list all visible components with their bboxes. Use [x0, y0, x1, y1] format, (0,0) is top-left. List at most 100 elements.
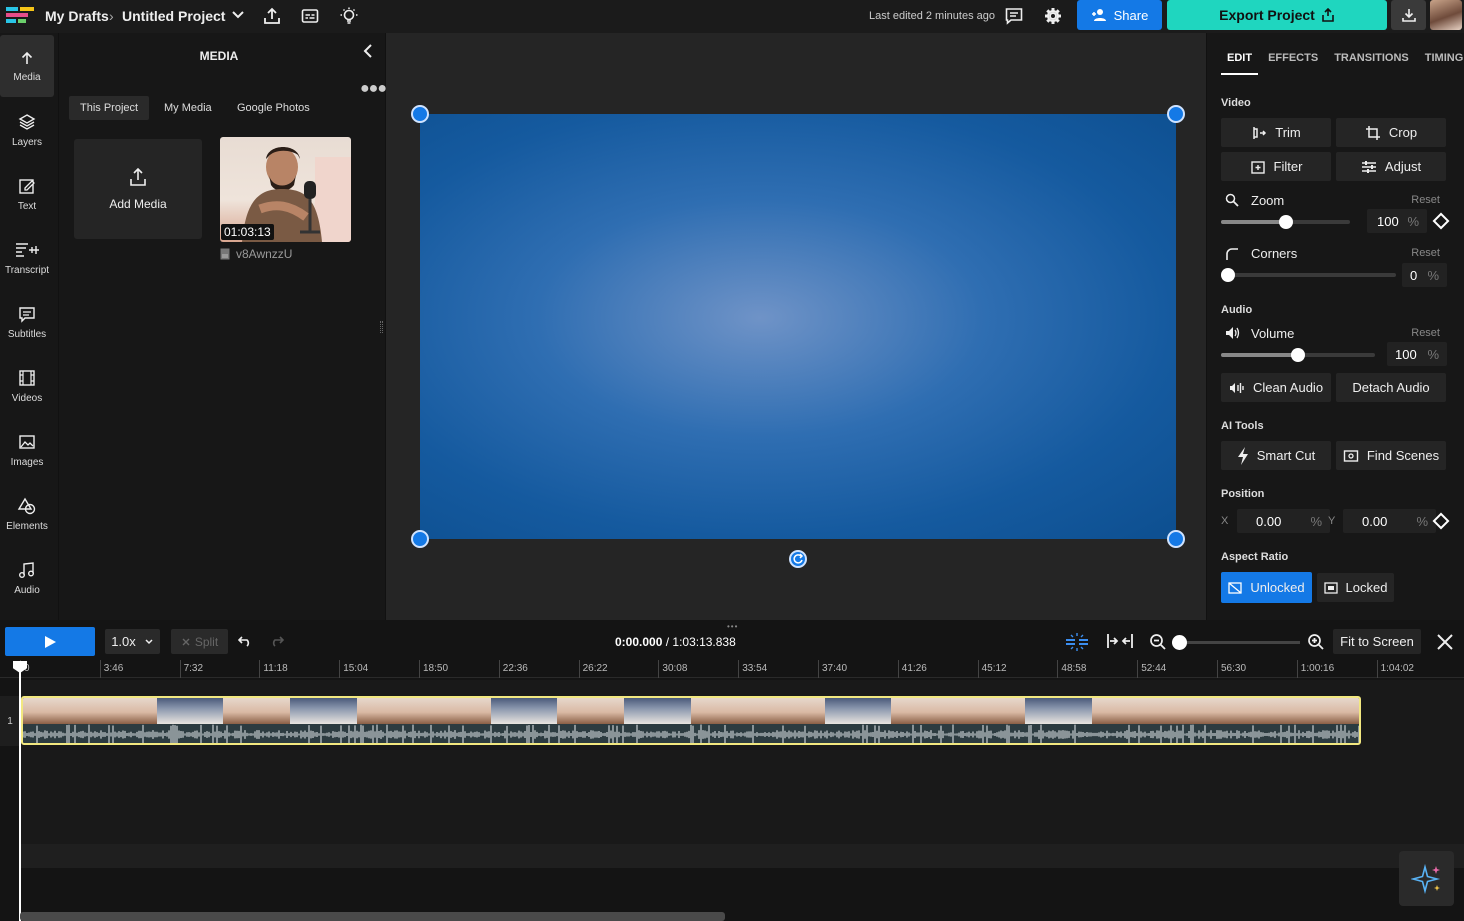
volume-reset-button[interactable]: Reset: [1411, 327, 1440, 339]
left-nav: Media Layers Text Transcript Subtitles V…: [0, 33, 58, 620]
gear-icon[interactable]: [1043, 6, 1063, 26]
nav-item-text[interactable]: Text: [0, 163, 54, 225]
nav-item-videos[interactable]: Videos: [0, 355, 54, 417]
chevron-left-icon[interactable]: [361, 43, 375, 59]
timeline-zoom-slider[interactable]: [1172, 635, 1300, 650]
corners-reset-button[interactable]: Reset: [1411, 247, 1440, 259]
download-button[interactable]: [1391, 0, 1426, 30]
music-note-icon: [19, 561, 34, 578]
upload-icon[interactable]: [262, 6, 282, 26]
property-tabs: EDIT EFFECTS TRANSITIONS TIMING: [1221, 45, 1464, 75]
nav-item-audio[interactable]: Audio: [0, 547, 54, 609]
keyframe-diamond-icon[interactable]: [1432, 212, 1450, 230]
clip-frame: [690, 698, 758, 724]
tab-edit[interactable]: EDIT: [1221, 45, 1259, 75]
avatar[interactable]: [1430, 0, 1462, 30]
x-value: 0.00: [1256, 513, 1282, 529]
trim-button[interactable]: Trim: [1221, 118, 1331, 147]
unlocked-button[interactable]: Unlocked: [1221, 572, 1312, 603]
zoom-slider[interactable]: [1221, 215, 1350, 229]
timeline-resize-handle[interactable]: •••: [727, 622, 738, 631]
tab-effects[interactable]: EFFECTS: [1262, 45, 1324, 75]
rotate-handle[interactable]: [789, 550, 807, 568]
tab-google-photos[interactable]: Google Photos: [226, 96, 321, 120]
lightbulb-icon[interactable]: [339, 6, 359, 26]
filter-button[interactable]: Filter: [1221, 152, 1331, 181]
video-canvas[interactable]: [420, 114, 1176, 539]
volume-slider[interactable]: [1221, 348, 1375, 362]
position-y-input[interactable]: 0.00 %: [1343, 509, 1436, 533]
redo-icon[interactable]: [270, 635, 284, 647]
chevron-down-icon[interactable]: [229, 6, 249, 26]
volume-slider-knob[interactable]: [1291, 348, 1305, 362]
find-scenes-button[interactable]: Find Scenes: [1336, 441, 1446, 470]
corners-slider[interactable]: [1221, 268, 1396, 282]
corners-input[interactable]: 0 %: [1402, 263, 1447, 287]
clip-frame: [1091, 698, 1159, 724]
zoom-out-icon[interactable]: [1149, 633, 1167, 651]
fit-arrows-icon[interactable]: [1106, 632, 1134, 650]
add-media-button[interactable]: Add Media: [74, 139, 202, 239]
nav-item-layers[interactable]: Layers: [0, 99, 54, 161]
breadcrumb-my-drafts[interactable]: My Drafts: [45, 8, 109, 24]
play-button[interactable]: [5, 627, 95, 656]
export-project-button[interactable]: Export Project: [1167, 0, 1387, 30]
undo-icon[interactable]: [238, 635, 252, 647]
tab-this-project[interactable]: This Project: [69, 96, 150, 120]
fit-to-screen-button[interactable]: Fit to Screen: [1333, 629, 1421, 654]
resize-handle-top-right[interactable]: [1167, 105, 1185, 123]
smart-cut-button[interactable]: Smart Cut: [1221, 441, 1331, 470]
film-icon: [19, 369, 35, 386]
zoom-reset-button[interactable]: Reset: [1411, 194, 1440, 206]
detach-audio-button[interactable]: Detach Audio: [1336, 373, 1446, 402]
clean-audio-button[interactable]: Clean Audio: [1221, 373, 1331, 402]
resize-handle-bottom-left[interactable]: [411, 530, 429, 548]
position-section-title: Position: [1221, 488, 1265, 500]
timeline-zoom-knob[interactable]: [1172, 635, 1187, 650]
volume-input[interactable]: 100 %: [1387, 342, 1447, 366]
app-logo[interactable]: [6, 5, 36, 25]
corners-slider-knob[interactable]: [1221, 268, 1235, 282]
nav-item-media[interactable]: Media: [0, 35, 54, 97]
video-clip[interactable]: [21, 696, 1361, 745]
zoom-slider-knob[interactable]: [1278, 215, 1293, 229]
nav-item-subtitles[interactable]: Subtitles: [0, 291, 54, 353]
zoom-in-icon[interactable]: [1307, 633, 1325, 651]
share-label: Share: [1113, 7, 1149, 23]
zoom-input[interactable]: 100 %: [1367, 209, 1427, 233]
resize-handle-bottom-right[interactable]: [1167, 530, 1185, 548]
comment-icon[interactable]: [1004, 6, 1024, 26]
nav-label: Subtitles: [7, 328, 47, 340]
position-x-input[interactable]: 0.00 %: [1237, 509, 1330, 533]
captions-icon[interactable]: [300, 6, 320, 26]
tab-my-media[interactable]: My Media: [153, 96, 223, 120]
playhead[interactable]: [19, 661, 21, 921]
snap-icon[interactable]: [1064, 632, 1090, 652]
ai-assistant-button[interactable]: [1399, 851, 1454, 906]
horizontal-scrollbar[interactable]: [20, 912, 725, 921]
media-thumbnail[interactable]: 01:03:13: [220, 137, 351, 242]
resize-handle[interactable]: [380, 321, 383, 333]
adjust-button[interactable]: Adjust: [1336, 152, 1446, 181]
close-icon[interactable]: [1436, 633, 1454, 651]
resize-handle-top-left[interactable]: [411, 105, 429, 123]
corners-icon: [1226, 248, 1238, 260]
filter-label: Filter: [1273, 159, 1303, 174]
time-ruler[interactable]: 0 3:46 7:32 11:18 15:04 18:50 22:36 26:22 30:08 3…: [0, 660, 1464, 678]
locked-button[interactable]: Locked: [1317, 573, 1394, 602]
ruler-tick: 41:26: [897, 660, 927, 678]
share-button[interactable]: Share: [1077, 0, 1162, 30]
project-name[interactable]: Untitled Project: [122, 8, 225, 24]
split-button[interactable]: Split: [171, 629, 228, 654]
tab-transitions[interactable]: TRANSITIONS: [1328, 45, 1415, 75]
nav-item-transcript[interactable]: Transcript: [0, 227, 54, 289]
tab-timing[interactable]: TIMING: [1419, 45, 1464, 75]
playback-speed-select[interactable]: 1.0x: [105, 629, 160, 654]
nav-item-elements[interactable]: Elements: [0, 483, 54, 545]
zoom-slider-fill: [1221, 220, 1286, 224]
more-options-icon[interactable]: ●●●: [360, 80, 387, 98]
crop-button[interactable]: Crop: [1336, 118, 1446, 147]
properties-panel: EDIT EFFECTS TRANSITIONS TIMING Video Tr…: [1207, 33, 1464, 620]
nav-item-images[interactable]: Images: [0, 419, 54, 481]
audio-wave-icon: [1229, 382, 1244, 393]
